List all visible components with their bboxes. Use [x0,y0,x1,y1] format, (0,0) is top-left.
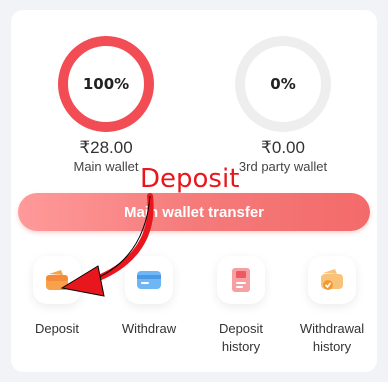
withdrawal-history-action[interactable]: Withdrawal history [292,256,372,356]
withdraw-label: Withdraw [121,321,177,336]
withdrawal-history-tile[interactable] [308,256,356,304]
third-party-wallet-percent: 0% [270,75,296,93]
withdraw-tile[interactable] [125,256,173,304]
deposit-history-tile[interactable] [217,256,265,304]
deposit-history-label-line1: Deposit [218,321,264,336]
main-wallet-transfer-button[interactable]: Main wallet transfer [18,193,370,231]
wallet-icon [46,270,68,290]
main-wallet-percent: 100% [82,75,130,93]
deposit-history-action[interactable]: Deposit history [201,256,281,356]
receipt-icon [232,268,250,292]
deposit-action[interactable]: Deposit [17,256,97,338]
withdrawal-history-label-line1: Withdrawal [299,321,365,336]
main-wallet-progress-ring: 100% [58,36,154,132]
deposit-annotation-text: Deposit [140,164,240,194]
deposit-label: Deposit [34,321,80,336]
deposit-tile[interactable] [33,256,81,304]
third-party-wallet-amount: ₹0.00 [261,138,305,157]
main-wallet-amount: ₹28.00 [79,138,133,157]
third-party-wallet-progress-ring: 0% [235,36,331,132]
withdrawal-history-label-line2: history [312,339,352,354]
wallet-history-icon [321,269,343,290]
card-icon [137,271,161,289]
deposit-history-label-line2: history [221,339,261,354]
withdraw-action[interactable]: Withdraw [109,256,189,338]
